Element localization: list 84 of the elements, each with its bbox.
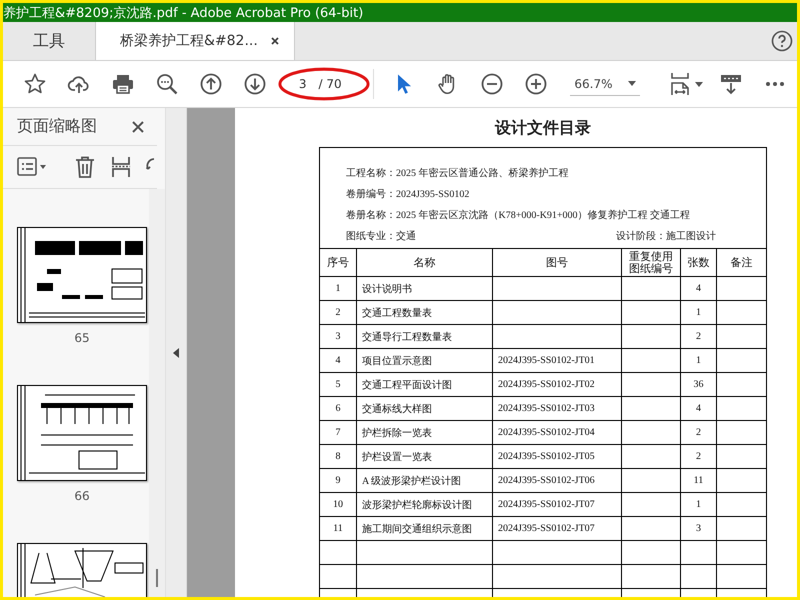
table-cell: 2 xyxy=(680,420,716,444)
table-cell: 2 xyxy=(320,300,356,324)
table-cell: 10 xyxy=(320,492,356,516)
table-cell: 3 xyxy=(320,324,356,348)
table-cell: 交通工程数量表 xyxy=(356,300,492,324)
table-cell: 11 xyxy=(320,516,356,540)
column-header: 张数 xyxy=(680,248,716,276)
table-cell: 1 xyxy=(680,348,716,372)
keyboard-download-icon[interactable] xyxy=(719,72,743,96)
table-cell: 波形梁护栏轮廓标设计图 xyxy=(356,492,492,516)
info-field: 卷册编号：2024J395-SS0102 xyxy=(346,187,470,202)
table-cell: 2024J395-SS0102-JT05 xyxy=(492,444,622,468)
page-number-field[interactable]: 3 xyxy=(298,77,306,91)
table-cell: 交通导行工程数量表 xyxy=(356,324,492,348)
table-cell: 36 xyxy=(680,372,716,396)
info-field: 图纸专业：交通 xyxy=(346,229,416,244)
table-cell: 2024J395-SS0102-JT01 xyxy=(492,348,622,372)
column-header: 重复使用图纸编号 xyxy=(622,248,680,276)
table-cell: 1 xyxy=(680,492,716,516)
column-header: 图号 xyxy=(492,248,622,276)
table-cell: 4 xyxy=(680,276,716,300)
table-cell: 2 xyxy=(680,324,716,348)
column-header: 序号 xyxy=(320,248,356,276)
options-menu-icon[interactable] xyxy=(17,155,47,179)
caret-icon xyxy=(628,81,636,86)
zoom-dropdown[interactable]: 66.7% xyxy=(570,72,640,96)
info-field: 工程名称：2025 年密云区普通公路、桥梁养护工程 xyxy=(346,166,568,181)
table-cell: 交通标线大样图 xyxy=(356,396,492,420)
panel-title: 页面缩略图 xyxy=(17,116,97,137)
window-title: 养护工程&#8209;京沈路.pdf - Adobe Acrobat Pro (64-bit) xyxy=(3,4,364,22)
table-cell: 2024J395-SS0102-JT03 xyxy=(492,396,622,420)
info-field: 卷册名称：2025 年密云区京沈路（K78+000-K91+000）修复养护工程 交通工程 xyxy=(346,208,690,223)
table-cell: 2024J395-SS0102-JT07 xyxy=(492,516,622,540)
zoom-in-icon[interactable] xyxy=(524,72,548,96)
collapse-arrow-icon[interactable] xyxy=(173,348,179,358)
table-cell: 2 xyxy=(680,444,716,468)
table-cell: 2024J395-SS0102-JT07 xyxy=(492,492,622,516)
extract-page-icon[interactable] xyxy=(109,155,133,179)
page-thumbnail[interactable] xyxy=(17,227,147,323)
help-icon[interactable] xyxy=(771,30,793,52)
table-cell: 护栏拆除一览表 xyxy=(356,420,492,444)
table-cell: 7 xyxy=(320,420,356,444)
print-icon[interactable] xyxy=(111,72,135,96)
trash-icon[interactable] xyxy=(73,155,97,179)
table-cell: 2024J395-SS0102-JT02 xyxy=(492,372,622,396)
close-icon[interactable] xyxy=(270,36,280,46)
table-cell: 施工期间交通组织示意图 xyxy=(356,516,492,540)
table-cell: 4 xyxy=(320,348,356,372)
table-cell: 2024J395-SS0102-JT04 xyxy=(492,420,622,444)
close-icon[interactable] xyxy=(131,120,145,134)
arrow-up-icon[interactable] xyxy=(199,72,223,96)
arrow-down-icon[interactable] xyxy=(243,72,267,96)
fit-page-icon[interactable] xyxy=(668,72,692,96)
caret-icon[interactable] xyxy=(695,82,703,86)
table-cell: 4 xyxy=(680,396,716,420)
search-icon[interactable] xyxy=(155,72,179,96)
table-cell: 1 xyxy=(320,276,356,300)
table-cell: 护栏设置一览表 xyxy=(356,444,492,468)
document-tab[interactable]: 桥梁养护工程&#82... xyxy=(95,22,295,60)
column-header: 名称 xyxy=(356,248,492,276)
page-number: 66 xyxy=(74,489,90,503)
panel-collapse-handle[interactable] xyxy=(166,108,187,597)
table-cell: 8 xyxy=(320,444,356,468)
table-cell: 设计说明书 xyxy=(356,276,492,300)
table-cell: 3 xyxy=(680,516,716,540)
page-thumbnail[interactable] xyxy=(17,385,147,481)
table-cell: 项目位置示意图 xyxy=(356,348,492,372)
table-cell: A 级波形梁护栏设计图 xyxy=(356,468,492,492)
table-cell: 1 xyxy=(680,300,716,324)
table-cell: 9 xyxy=(320,468,356,492)
zoom-out-icon[interactable] xyxy=(480,72,504,96)
page-count: / 70 xyxy=(318,77,342,91)
table-cell: 6 xyxy=(320,396,356,420)
star-icon[interactable] xyxy=(23,72,47,96)
column-header: 备注 xyxy=(716,248,766,276)
page-number: 65 xyxy=(74,331,90,345)
table-cell: 11 xyxy=(680,468,716,492)
document-tab[interactable]: 工具 xyxy=(3,22,95,60)
scrollbar[interactable] xyxy=(149,189,165,597)
table-cell: 交通工程平面设计图 xyxy=(356,372,492,396)
document-title: 设计文件目录 xyxy=(494,118,592,139)
info-field: 设计阶段：施工图设计 xyxy=(616,229,716,244)
table-cell: 5 xyxy=(320,372,356,396)
table-cell: 2024J395-SS0102-JT06 xyxy=(492,468,622,492)
